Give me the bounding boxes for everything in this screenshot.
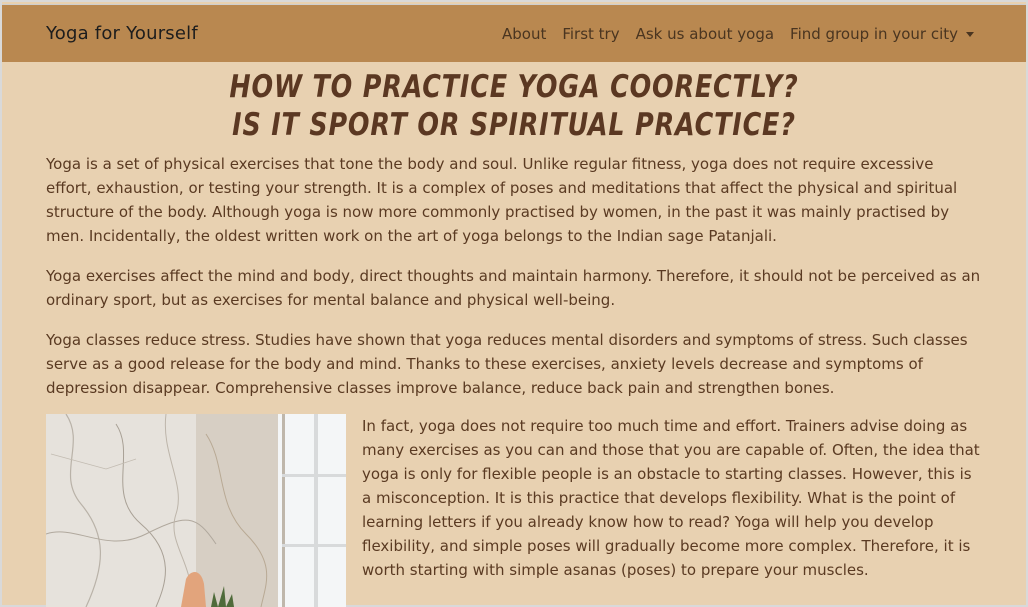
page-title-line-2: IS IT SPORT OR SPIRITUAL PRACTICE? (232, 107, 796, 143)
paragraph-3: Yoga classes reduce stress. Studies have… (46, 331, 968, 397)
paragraph-1: Yoga is a set of physical exercises that… (46, 155, 958, 245)
caret-down-icon (966, 32, 974, 37)
page-title-line-1: HOW TO PRACTICE YOGA COORECTLY? (229, 69, 799, 105)
navbar: Yoga for Yourself About First try Ask us… (2, 4, 1026, 62)
side-paragraph: In fact, yoga does not require too much … (362, 417, 980, 579)
yoga-photo (46, 414, 346, 607)
marble-wall-image (46, 414, 346, 607)
nav-item-about[interactable]: About (502, 25, 546, 43)
nav-item-first-try[interactable]: First try (562, 25, 619, 43)
page-title: HOW TO PRACTICE YOGA COORECTLY? IS IT SP… (93, 68, 936, 144)
paragraph-2: Yoga exercises affect the mind and body,… (46, 267, 981, 309)
nav-item-find-group-label: Find group in your city (790, 25, 958, 43)
article-body: Yoga is a set of physical exercises that… (46, 152, 981, 416)
nav-menu: About First try Ask us about yoga Find g… (502, 25, 974, 43)
brand-link[interactable]: Yoga for Yourself (46, 23, 198, 44)
nav-item-ask-us[interactable]: Ask us about yoga (636, 25, 774, 43)
nav-item-find-group-dropdown[interactable]: Find group in your city (790, 25, 974, 43)
